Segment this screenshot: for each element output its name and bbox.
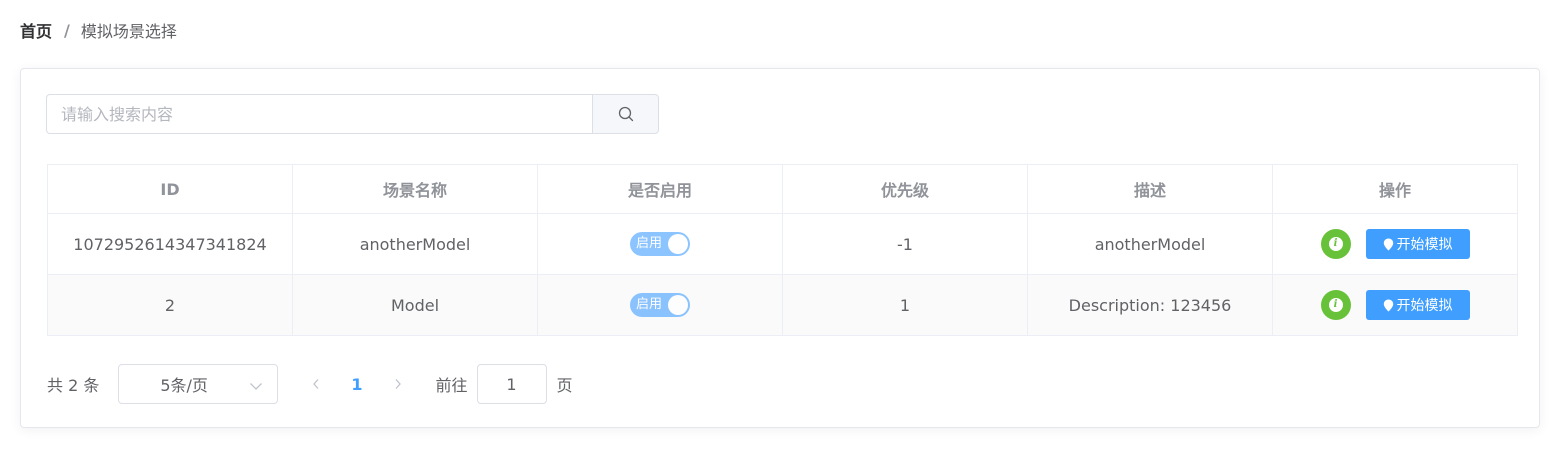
table-row: 2 Model 启用 1 Description: 123456 i 开始模拟 xyxy=(47,274,1518,336)
scenario-table: ID 场景名称 是否启用 优先级 描述 操作 10729526143473418… xyxy=(47,164,1518,336)
cell-description: Description: 123456 xyxy=(1027,274,1273,336)
column-header-description: 描述 xyxy=(1027,164,1273,214)
info-icon: i xyxy=(1328,298,1343,312)
info-icon: i xyxy=(1328,237,1343,251)
page-size-value: 5条/页 xyxy=(160,376,208,395)
goto-suffix: 页 xyxy=(556,376,573,395)
goto-label: 前往 xyxy=(435,376,468,395)
cell-priority: 1 xyxy=(782,274,1028,336)
start-simulation-button[interactable]: 开始模拟 xyxy=(1365,229,1470,259)
toggle-knob xyxy=(668,234,688,254)
search-button[interactable] xyxy=(592,94,659,134)
prev-page-button[interactable] xyxy=(311,378,321,390)
toggle-label: 启用 xyxy=(636,297,663,312)
cell-name: Model xyxy=(292,274,538,336)
location-pin-icon xyxy=(1383,238,1394,251)
chevron-down-icon xyxy=(249,378,263,397)
cell-actions: i 开始模拟 xyxy=(1272,213,1518,275)
chevron-right-icon xyxy=(395,379,401,389)
start-simulation-label: 开始模拟 xyxy=(1396,237,1453,253)
cell-description: anotherModel xyxy=(1027,213,1273,275)
column-header-name: 场景名称 xyxy=(292,164,538,214)
location-pin-icon xyxy=(1383,299,1394,312)
search-group xyxy=(46,94,659,134)
column-header-priority: 优先级 xyxy=(782,164,1028,214)
toggle-label: 启用 xyxy=(636,236,663,251)
breadcrumb-current: 模拟场景选择 xyxy=(80,22,177,41)
pagination-total: 共 2 条 xyxy=(47,376,100,395)
breadcrumb-separator: / xyxy=(64,20,70,40)
page-size-select[interactable]: 5条/页 xyxy=(118,364,279,404)
search-icon xyxy=(618,106,633,122)
cell-enabled: 启用 xyxy=(537,213,783,275)
start-simulation-label: 开始模拟 xyxy=(1396,298,1453,314)
content-card: ID 场景名称 是否启用 优先级 描述 操作 10729526143473418… xyxy=(20,68,1540,428)
goto-page-input[interactable] xyxy=(476,364,547,404)
column-header-enabled: 是否启用 xyxy=(537,164,783,214)
toggle-knob xyxy=(668,295,688,315)
cell-id: 1072952614347341824 xyxy=(47,213,293,275)
column-header-actions: 操作 xyxy=(1272,164,1518,214)
chevron-left-icon xyxy=(313,379,319,389)
table-header-row: ID 场景名称 是否启用 优先级 描述 操作 xyxy=(47,164,1518,214)
cell-id: 2 xyxy=(47,274,293,336)
info-button[interactable]: i xyxy=(1320,229,1351,259)
column-header-id: ID xyxy=(47,164,293,214)
cell-priority: -1 xyxy=(782,213,1028,275)
cell-name: anotherModel xyxy=(292,213,538,275)
enabled-toggle[interactable]: 启用 xyxy=(630,232,690,256)
pagination: 共 2 条 5条/页 1 前往 页 xyxy=(47,364,573,404)
cell-enabled: 启用 xyxy=(537,274,783,336)
table-row: 1072952614347341824 anotherModel 启用 -1 a… xyxy=(47,213,1518,275)
next-page-button[interactable] xyxy=(393,378,403,390)
search-input[interactable] xyxy=(46,94,592,134)
page-number-current[interactable]: 1 xyxy=(351,375,362,394)
breadcrumb-home[interactable]: 首页 xyxy=(20,18,52,42)
cell-actions: i 开始模拟 xyxy=(1272,274,1518,336)
info-button[interactable]: i xyxy=(1320,290,1351,320)
start-simulation-button[interactable]: 开始模拟 xyxy=(1365,290,1470,320)
breadcrumb: 首页 / 模拟场景选择 xyxy=(20,18,177,42)
enabled-toggle[interactable]: 启用 xyxy=(630,293,690,317)
